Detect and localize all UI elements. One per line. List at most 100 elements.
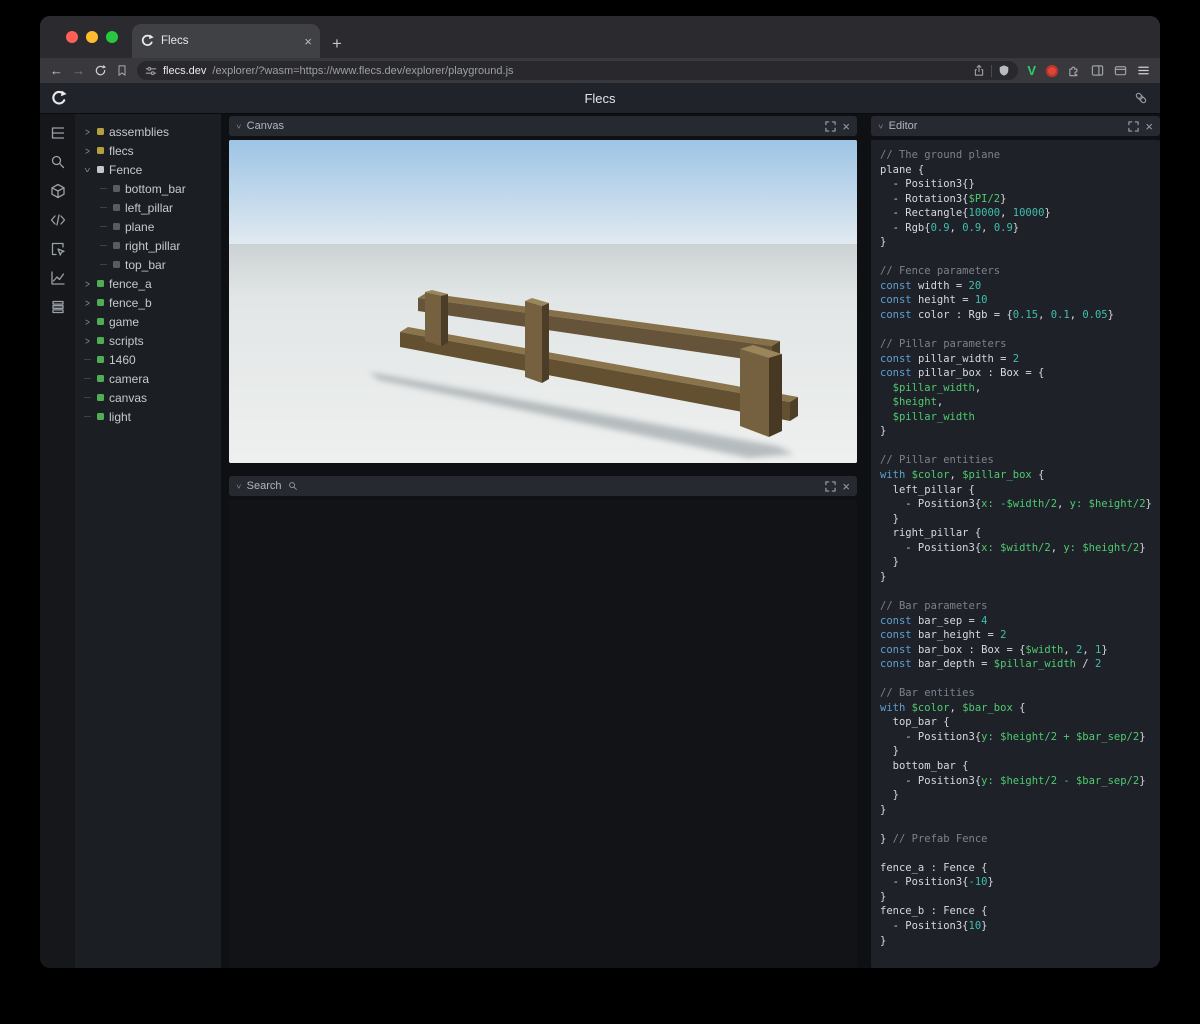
code-line: const pillar_width = 2 <box>880 352 1020 365</box>
tree-item-scripts[interactable]: > scripts <box>75 331 221 350</box>
expand-arrow-icon[interactable]: > <box>83 316 91 327</box>
entity-bullet-icon <box>97 280 104 287</box>
window-zoom-button[interactable] <box>106 31 118 43</box>
editor-code[interactable]: // The ground plane plane { - Position3{}… <box>871 140 1160 968</box>
code-line: $pillar_width <box>880 410 975 423</box>
tree-item-label: fence_a <box>109 276 152 291</box>
permalink-icon[interactable] <box>1134 91 1148 105</box>
code-line: - Position3{x: -$width/2, y: $height/2} <box>880 498 1152 511</box>
close-icon[interactable]: × <box>842 480 850 493</box>
forward-button[interactable]: → <box>72 64 85 77</box>
shield-icon[interactable] <box>998 64 1010 77</box>
v-extension-icon[interactable]: V <box>1027 63 1036 78</box>
tree-item-game[interactable]: > game <box>75 312 221 331</box>
chevron-down-icon[interactable]: > <box>234 124 243 129</box>
window-close-button[interactable] <box>66 31 78 43</box>
red-extension-icon[interactable] <box>1046 64 1058 77</box>
tree-item-flecs[interactable]: > flecs <box>75 141 221 160</box>
tree-item-label: right_pillar <box>125 238 181 253</box>
search-results-area[interactable] <box>229 500 857 968</box>
code-line: with $color, $bar_box { <box>880 701 1026 714</box>
expand-icon[interactable] <box>825 480 837 492</box>
code-line: - Position3{-10} <box>880 876 994 889</box>
panels-area: > Canvas × > Search × > Editor × // The … <box>221 114 1160 968</box>
code-line: } <box>880 512 899 525</box>
extensions-area: V <box>1027 63 1150 78</box>
code-line: with $color, $pillar_box { <box>880 469 1045 482</box>
code-line: const bar_height = 2 <box>880 629 1007 642</box>
expand-arrow-icon[interactable]: > <box>83 297 91 308</box>
code-line: plane { <box>880 163 925 176</box>
canvas-3d-view[interactable] <box>229 140 857 463</box>
tree-item-canvas[interactable]: canvas <box>75 388 221 407</box>
canvas-panel-header[interactable]: > Canvas × <box>229 116 857 136</box>
close-icon[interactable]: × <box>1145 120 1153 133</box>
entity-bullet-icon <box>97 128 104 135</box>
editor-panel-header[interactable]: > Editor × <box>871 116 1160 136</box>
tree-item-camera[interactable]: camera <box>75 369 221 388</box>
new-tab-button[interactable]: + <box>332 35 342 52</box>
chevron-down-icon[interactable]: > <box>234 484 243 489</box>
code-line: // Pillar entities <box>880 454 994 467</box>
tree-item-Fence[interactable]: > Fence <box>75 160 221 179</box>
tree-item-bottom_bar[interactable]: bottom_bar <box>75 179 221 198</box>
chevron-down-icon[interactable]: > <box>876 124 885 129</box>
tree-item-1460[interactable]: 1460 <box>75 350 221 369</box>
code-line: // Bar parameters <box>880 599 988 612</box>
expand-arrow-icon[interactable]: > <box>83 278 91 289</box>
site-settings-icon[interactable] <box>145 65 157 77</box>
bookmark-icon[interactable] <box>116 64 128 77</box>
editor-panel: > Editor × // The ground plane plane { - … <box>871 116 1160 968</box>
entity-bullet-icon <box>113 204 120 211</box>
expand-arrow-icon[interactable]: > <box>83 126 91 137</box>
tree-guide-line <box>100 188 107 189</box>
entities-icon[interactable] <box>49 182 67 200</box>
tree-item-label: light <box>109 409 132 424</box>
tab-close-icon[interactable]: × <box>304 34 312 49</box>
tree-item-plane[interactable]: plane <box>75 217 221 236</box>
tree-item-fence_b[interactable]: > fence_b <box>75 293 221 312</box>
reload-button[interactable] <box>94 64 107 77</box>
expand-icon[interactable] <box>825 120 837 132</box>
share-icon[interactable] <box>973 64 985 77</box>
tree-item-fence_a[interactable]: > fence_a <box>75 274 221 293</box>
search-icon[interactable] <box>49 153 67 171</box>
tree-item-label: assemblies <box>109 124 170 139</box>
tree-item-right_pillar[interactable]: right_pillar <box>75 236 221 255</box>
address-bar[interactable]: flecs.dev /explorer/?wasm=https://www.fl… <box>137 61 1019 80</box>
page-title: Flecs <box>584 90 616 106</box>
tree-item-light[interactable]: light <box>75 407 221 426</box>
close-icon[interactable]: × <box>842 120 850 133</box>
expand-arrow-icon[interactable]: > <box>83 335 91 346</box>
code-line: const pillar_box : Box = { <box>880 367 1045 380</box>
expand-arrow-icon[interactable]: > <box>83 145 91 156</box>
tree-item-label: camera <box>109 371 150 386</box>
wallet-icon[interactable] <box>1114 64 1127 77</box>
back-button[interactable]: ← <box>50 64 63 77</box>
code-line: } <box>880 789 899 802</box>
window-minimize-button[interactable] <box>86 31 98 43</box>
tab-title: Flecs <box>161 35 189 47</box>
tree-guide-line <box>84 416 91 417</box>
inspect-icon[interactable] <box>49 240 67 258</box>
collapse-arrow-icon[interactable]: > <box>82 165 93 173</box>
browser-tab[interactable]: Flecs × <box>132 24 320 58</box>
menu-icon[interactable] <box>1137 64 1150 77</box>
tree-item-left_pillar[interactable]: left_pillar <box>75 198 221 217</box>
tree-item-top_bar[interactable]: top_bar <box>75 255 221 274</box>
search-panel: > Search × <box>229 476 857 968</box>
expand-icon[interactable] <box>1128 120 1140 132</box>
code-line: - Position3{y: $height/2 - $bar_sep/2} <box>880 774 1146 787</box>
commands-icon[interactable] <box>49 298 67 316</box>
side-panel-icon[interactable] <box>1091 64 1104 77</box>
editor-panel-title: Editor <box>888 120 918 132</box>
puzzle-extensions-icon[interactable] <box>1068 64 1081 77</box>
code-line: fence_b : Fence { <box>880 905 988 918</box>
tree-item-assemblies[interactable]: > assemblies <box>75 122 221 141</box>
search-panel-header[interactable]: > Search × <box>229 476 857 496</box>
code-icon[interactable] <box>49 211 67 229</box>
outliner-icon[interactable] <box>49 124 67 142</box>
chart-icon[interactable] <box>49 269 67 287</box>
